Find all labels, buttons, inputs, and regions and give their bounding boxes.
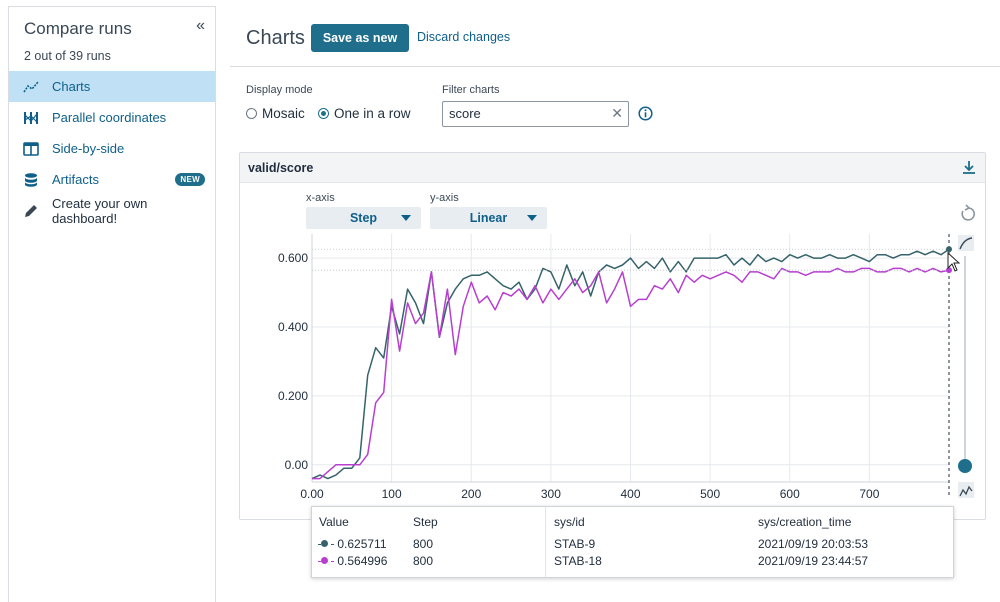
series-dash bbox=[331, 544, 334, 545]
tooltip-id: STAB-18 bbox=[554, 554, 602, 568]
radio-unchecked-icon bbox=[246, 108, 257, 119]
chevron-down-icon bbox=[401, 215, 411, 221]
tooltip-divider bbox=[545, 507, 546, 577]
tooltip-header-time: sys/creation_time bbox=[758, 515, 852, 529]
pencil-icon bbox=[23, 203, 39, 219]
sidebar: Compare runs « 2 out of 39 runs Charts P… bbox=[8, 6, 216, 602]
parallel-coordinates-icon bbox=[23, 110, 39, 126]
tooltip-id: STAB-9 bbox=[554, 537, 596, 551]
tooltip-header-step: Step bbox=[413, 515, 438, 529]
tooltip-header-id: sys/id bbox=[554, 515, 585, 529]
chevron-down-icon bbox=[527, 215, 537, 221]
sidebar-item-label: Side-by-side bbox=[52, 141, 125, 156]
tooltip-row: 0.625711 bbox=[318, 537, 387, 551]
collapse-sidebar-icon[interactable]: « bbox=[196, 17, 205, 35]
x-axis-select[interactable]: Step bbox=[306, 207, 421, 229]
tooltip-time: 2021/09/19 20:03:53 bbox=[758, 537, 869, 551]
sidebar-item-label: Charts bbox=[52, 79, 91, 94]
database-icon bbox=[23, 172, 39, 188]
sidebar-item-charts[interactable]: Charts bbox=[9, 71, 215, 102]
series-marker bbox=[321, 540, 328, 547]
side-by-side-icon bbox=[23, 141, 39, 157]
line-chart-icon bbox=[23, 79, 39, 95]
sidebar-item-label: Parallel coordinates bbox=[52, 110, 167, 125]
download-icon[interactable] bbox=[962, 160, 976, 179]
series-marker bbox=[321, 557, 328, 564]
radio-label: One in a row bbox=[334, 106, 411, 121]
filter-charts-input[interactable] bbox=[449, 106, 599, 121]
sidebar-item-create-dashboard[interactable]: Create your own dashboard! bbox=[9, 195, 215, 226]
tooltip-value: 0.564996 bbox=[337, 554, 388, 568]
tooltip-step: 800 bbox=[413, 537, 434, 551]
header-divider bbox=[230, 66, 1000, 67]
sidebar-item-artifacts[interactable]: Artifacts NEW bbox=[9, 164, 215, 195]
filter-charts-field: ✕ bbox=[442, 101, 629, 127]
x-axis-label: x-axis bbox=[306, 192, 335, 204]
tooltip-step: 800 bbox=[413, 554, 434, 568]
x-axis-value: Step bbox=[349, 211, 378, 225]
discard-changes-link[interactable]: Discard changes bbox=[417, 30, 510, 44]
mouse-cursor-icon bbox=[947, 252, 961, 272]
chart-panel-header: valid/score bbox=[240, 153, 985, 183]
mode-radio-one-in-a-row[interactable]: One in a row bbox=[318, 106, 411, 121]
page-title: Charts bbox=[246, 27, 305, 49]
chart-panel: valid/score x-axis Step y-axis Linear bbox=[239, 152, 986, 520]
runs-count: 2 out of 39 runs bbox=[24, 49, 111, 63]
sidebar-title: Compare runs bbox=[24, 19, 132, 38]
filter-charts-label: Filter charts bbox=[442, 84, 500, 96]
sidebar-item-parallel-coordinates[interactable]: Parallel coordinates bbox=[9, 102, 215, 133]
display-mode-label: Display mode bbox=[246, 84, 313, 96]
app-root: Compare runs « 2 out of 39 runs Charts P… bbox=[0, 0, 1000, 602]
sidebar-item-label: Artifacts bbox=[52, 172, 99, 187]
tooltip-value: 0.625711 bbox=[337, 537, 387, 551]
new-badge: NEW bbox=[175, 173, 205, 186]
save-as-new-button[interactable]: Save as new bbox=[311, 24, 409, 52]
sidebar-item-label: Create your own dashboard! bbox=[52, 195, 148, 226]
series-dash bbox=[331, 561, 334, 562]
sidebar-nav: Charts Parallel coordinates Side-by-side… bbox=[9, 71, 215, 226]
y-axis-value: Linear bbox=[469, 211, 508, 225]
radio-checked-icon bbox=[318, 108, 329, 119]
chart-tooltip: Value Step sys/id sys/creation_time 0.62… bbox=[311, 506, 954, 578]
tooltip-row: 0.564996 bbox=[318, 554, 387, 568]
chart-title: valid/score bbox=[248, 161, 314, 175]
tooltip-header-value: Value bbox=[319, 515, 349, 529]
sidebar-item-side-by-side[interactable]: Side-by-side bbox=[9, 133, 215, 164]
radio-label: Mosaic bbox=[262, 106, 305, 121]
info-icon[interactable] bbox=[638, 106, 653, 126]
y-axis-select[interactable]: Linear bbox=[430, 207, 547, 229]
y-axis-label: y-axis bbox=[430, 192, 459, 204]
mode-radio-mosaic[interactable]: Mosaic bbox=[246, 106, 305, 121]
tooltip-time: 2021/09/19 23:44:57 bbox=[758, 554, 869, 568]
clear-filter-icon[interactable]: ✕ bbox=[611, 105, 623, 122]
